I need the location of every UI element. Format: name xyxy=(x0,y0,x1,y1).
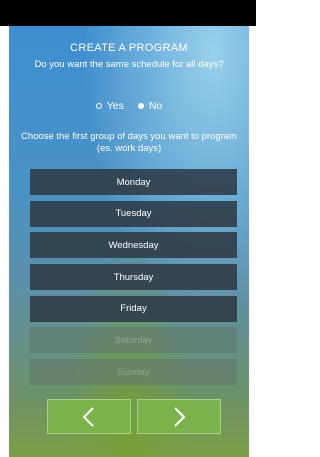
radio-yes-dot xyxy=(95,103,102,109)
radio-no[interactable]: No xyxy=(137,100,163,112)
day-button-tuesday[interactable]: Tuesday xyxy=(30,200,237,227)
day-button-thursday[interactable]: Thursday xyxy=(30,264,237,291)
back-button[interactable] xyxy=(47,399,131,434)
next-button[interactable] xyxy=(137,399,221,434)
radio-yes-label: Yes xyxy=(106,100,124,112)
radio-no-dot xyxy=(137,103,144,109)
device-frame: CREATE A PROGRAM Do you want the same sc… xyxy=(0,0,256,457)
day-button-wednesday[interactable]: Wednesday xyxy=(30,232,237,259)
day-list: Monday Tuesday Wednesday Thursday Friday… xyxy=(30,169,237,391)
radio-no-label: No xyxy=(148,100,163,112)
same-schedule-question: Do you want the same schedule for all da… xyxy=(34,59,224,70)
page-title: CREATE A PROGRAM xyxy=(70,42,188,54)
top-bar xyxy=(0,0,256,26)
chevron-left-icon xyxy=(82,406,94,427)
schedule-choice-group: Yes No xyxy=(9,100,249,112)
navigation-bar xyxy=(47,399,221,434)
day-button-sunday: Sunday xyxy=(30,359,237,386)
day-group-instruction: Choose the first group of days you want … xyxy=(21,131,237,154)
program-screen: CREATE A PROGRAM Do you want the same sc… xyxy=(9,26,249,457)
chevron-right-icon xyxy=(174,406,186,427)
day-button-saturday: Saturday xyxy=(30,327,237,354)
day-button-friday[interactable]: Friday xyxy=(30,295,237,322)
day-button-monday[interactable]: Monday xyxy=(30,169,237,195)
radio-yes[interactable]: Yes xyxy=(95,100,124,112)
